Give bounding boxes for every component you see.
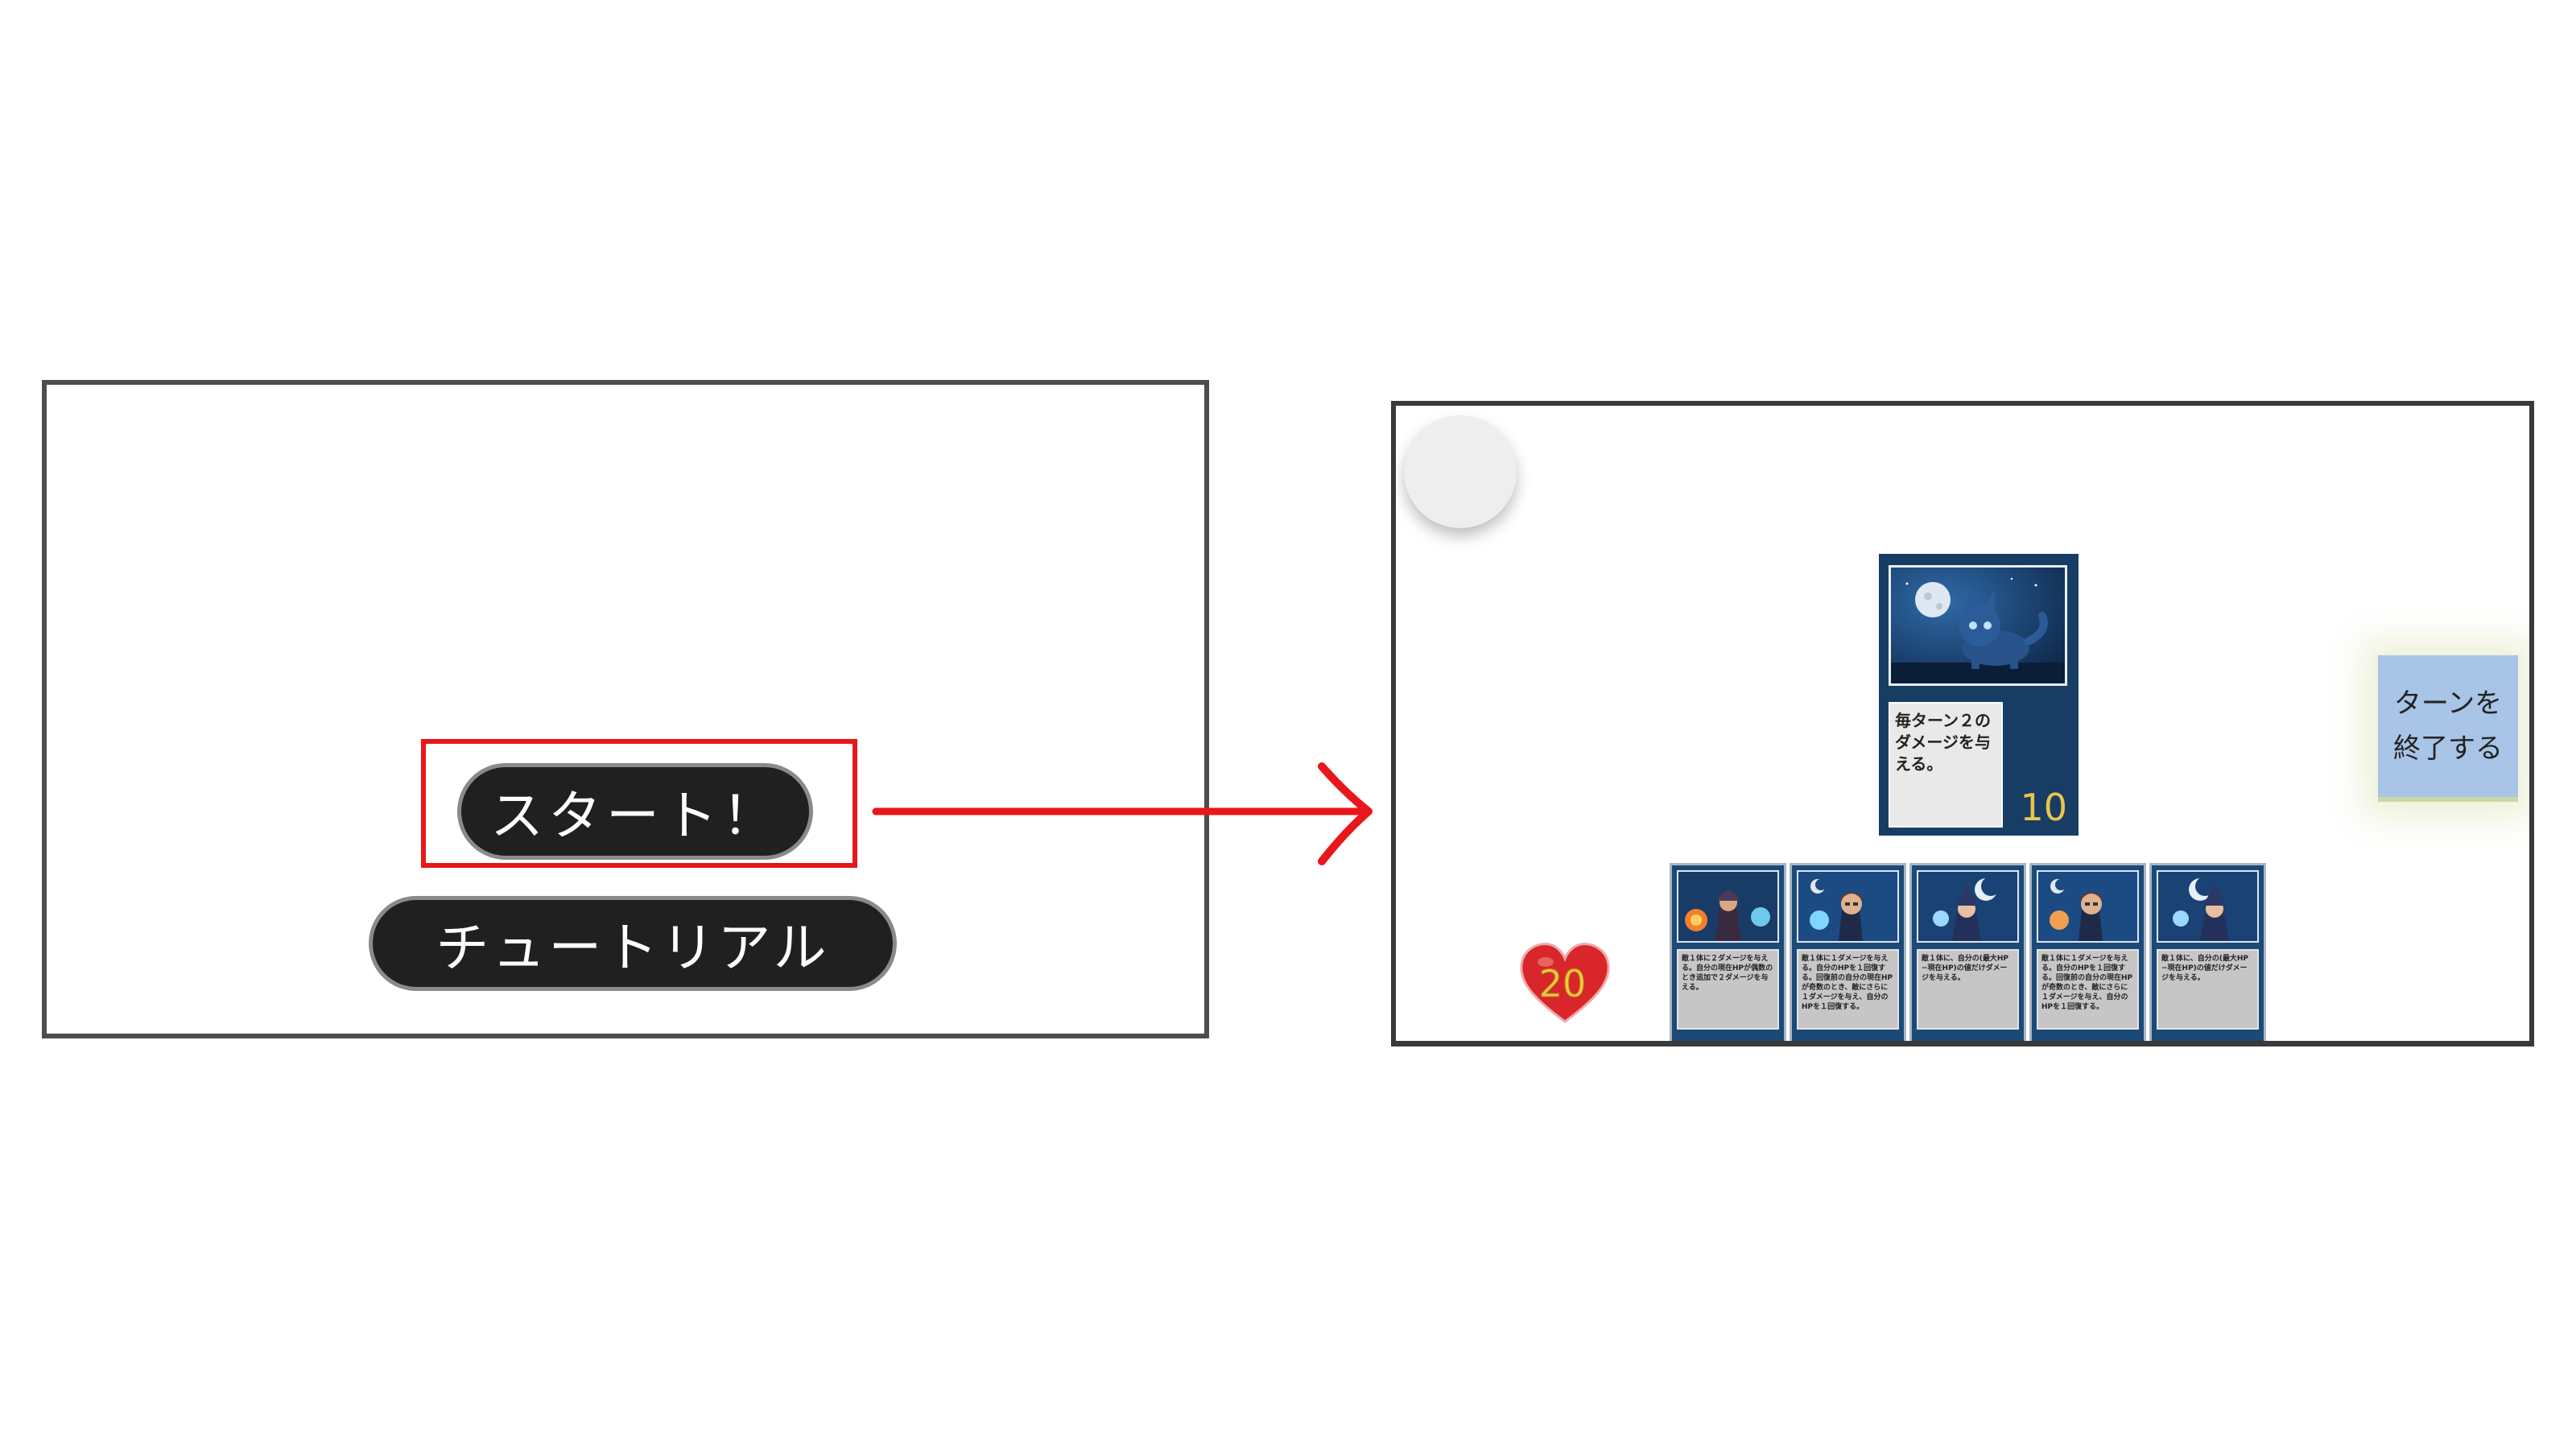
ice-mage-art — [2037, 870, 2139, 943]
game-screen-panel: 毎ターン２のダメージを与える。 10 ターンを 終了する 20 敵１体に２ダメー… — [1391, 401, 2534, 1046]
field-card-cost: 10 — [2020, 786, 2067, 829]
title-screen-panel: スタート！ チュートリアル — [42, 380, 1209, 1038]
comparison-canvas: スタート！ チュートリアル 毎ターン２のダメージを与える。 10 ターンを 終了… — [0, 0, 2576, 1449]
moon-witch-art — [1917, 870, 2019, 943]
end-turn-label-line1: ターンを — [2393, 687, 2503, 720]
hand-card[interactable]: 敵１体に２ダメージを与える。自分の現在HPが偶数のとき追加で２ダメージを与える。 — [1670, 863, 1786, 1041]
field-card[interactable]: 毎ターン２のダメージを与える。 10 — [1879, 554, 2079, 836]
life-value: 20 — [1538, 962, 1587, 1006]
menu-circle-icon[interactable] — [1404, 415, 1517, 528]
hand-card-description: 敵１体に１ダメージを与える。自分のHPを１回復する。回復前の自分の現在HPが奇数… — [2037, 949, 2139, 1030]
field-card-description: 毎ターン２のダメージを与える。 — [1889, 702, 2003, 828]
end-turn-label-line2: 終了する — [2393, 733, 2503, 765]
hand-card-description: 敵１体に２ダメージを与える。自分の現在HPが偶数のとき追加で２ダメージを与える。 — [1677, 949, 1779, 1030]
tutorial-button[interactable]: チュートリアル — [369, 896, 897, 991]
ice-mage-art — [1797, 870, 1899, 943]
moon-witch-art — [2157, 870, 2259, 943]
fire-mage-art — [1677, 870, 1779, 943]
hand-card[interactable]: 敵１体に、自分の(最大HP−現在HP)の値だけダメージを与える。 — [1909, 863, 2026, 1041]
highlight-box — [421, 739, 857, 868]
hand: 敵１体に２ダメージを与える。自分の現在HPが偶数のとき追加で２ダメージを与える。 — [1670, 863, 2269, 1041]
hand-card[interactable]: 敵１体に、自分の(最大HP−現在HP)の値だけダメージを与える。 — [2149, 863, 2266, 1041]
life-counter: 20 — [1518, 941, 1616, 1028]
moon-wolf-art — [1889, 565, 2067, 686]
hand-card[interactable]: 敵１体に１ダメージを与える。自分のHPを１回復する。回復前の自分の現在HPが奇数… — [2029, 863, 2146, 1041]
hand-card-description: 敵１体に、自分の(最大HP−現在HP)の値だけダメージを与える。 — [2157, 949, 2259, 1030]
hand-card-description: 敵１体に１ダメージを与える。自分のHPを１回復する。回復前の自分の現在HPが奇数… — [1797, 949, 1899, 1030]
end-turn-button[interactable]: ターンを 終了する — [2378, 655, 2518, 802]
hand-card[interactable]: 敵１体に１ダメージを与える。自分のHPを１回復する。回復前の自分の現在HPが奇数… — [1790, 863, 1906, 1041]
hand-card-description: 敵１体に、自分の(最大HP−現在HP)の値だけダメージを与える。 — [1917, 949, 2019, 1030]
transition-arrow-icon — [872, 762, 1373, 865]
